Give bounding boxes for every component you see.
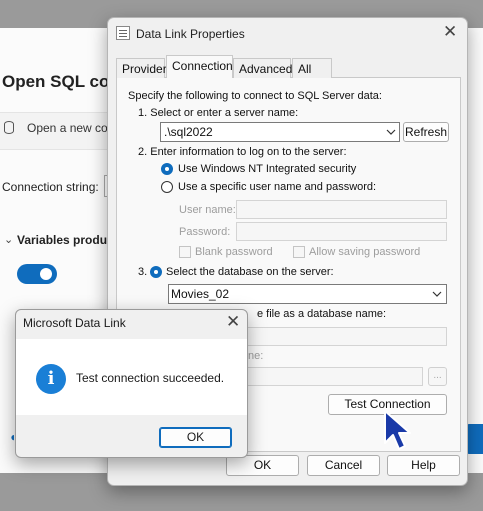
message-box-title: Microsoft Data Link [23,316,126,330]
arrow-cursor-icon [384,410,411,450]
tab-connection[interactable]: Connection [166,55,233,78]
step3-label: 3. [138,266,148,278]
intro-text: Specify the following to connect to SQL … [128,90,382,102]
toggle-knob [40,268,52,280]
select-database-label[interactable]: Select the database on the server: [166,266,334,278]
windows-auth-label[interactable]: Use Windows NT Integrated security [178,163,356,175]
windows-auth-radio[interactable] [161,163,173,175]
ok-button[interactable]: OK [226,455,299,476]
background-primary-button[interactable] [466,424,483,454]
select-database-radio[interactable] [150,266,162,278]
message-ok-button[interactable]: OK [159,427,232,448]
properties-window-icon [116,26,130,40]
message-text: Test connection succeeded. [76,371,225,385]
blank-password-checkbox[interactable] [179,246,191,258]
background-connection-string-label: Connection string: [2,180,99,194]
close-icon[interactable]: ✕ [443,23,457,41]
chevron-down-icon[interactable] [432,291,442,297]
database-value: Movies_02 [171,287,230,301]
server-name-value: .\sql2022 [164,125,213,139]
browse-button[interactable]: ... [428,367,447,386]
database-icon [4,121,14,134]
using-filename-label: ne: [248,350,264,362]
help-button[interactable]: Help [387,455,460,476]
user-name-input[interactable] [236,200,447,219]
password-label: Password: [179,226,231,238]
tab-advanced[interactable]: Advanced [233,58,292,78]
step1-label: 1. Select or enter a server name: [138,107,299,119]
step2-label: 2. Enter information to log on to the se… [138,146,347,158]
password-input[interactable] [236,222,447,241]
dialog-title: Data Link Properties [136,27,245,41]
allow-saving-password-label: Allow saving password [309,246,421,258]
refresh-button[interactable]: Refresh [403,122,449,142]
specific-user-radio[interactable] [161,181,173,193]
blank-password-label: Blank password [195,246,273,258]
cancel-button[interactable]: Cancel [307,455,380,476]
chevron-down-icon[interactable] [386,129,396,135]
user-name-label: User name: [179,204,236,216]
attach-file-label: e file as a database name: [257,308,387,320]
tab-provider[interactable]: Provider [116,58,167,78]
filename-input[interactable] [246,367,423,386]
background-variables-label: Variables produc [17,233,114,247]
attach-file-input[interactable] [246,327,447,346]
chevron-down-icon[interactable]: ⌄ [4,233,13,246]
background-new-connection-text: Open a new co [27,121,108,135]
allow-saving-password-checkbox[interactable] [293,246,305,258]
close-icon[interactable]: ✕ [226,313,240,331]
tab-all[interactable]: All [292,58,332,78]
specific-user-label[interactable]: Use a specific user name and password: [178,181,376,193]
info-icon: i [36,364,66,394]
